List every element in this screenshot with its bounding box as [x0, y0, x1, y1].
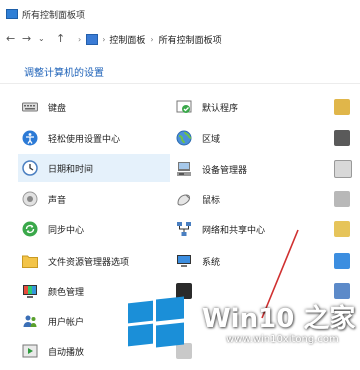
- watermark-url: www.win10xitong.com: [226, 334, 339, 345]
- control-panel-window: 所有控制面板项 ← → ⌄ ↑ › › 控制面板 › 所有控制面板项 调整计算机…: [0, 0, 360, 370]
- watermark-brand: Win10 之家: [202, 304, 356, 334]
- watermark: Win10 之家 www.win10xitong.com: [118, 294, 360, 358]
- windows-logo-icon: [128, 296, 184, 348]
